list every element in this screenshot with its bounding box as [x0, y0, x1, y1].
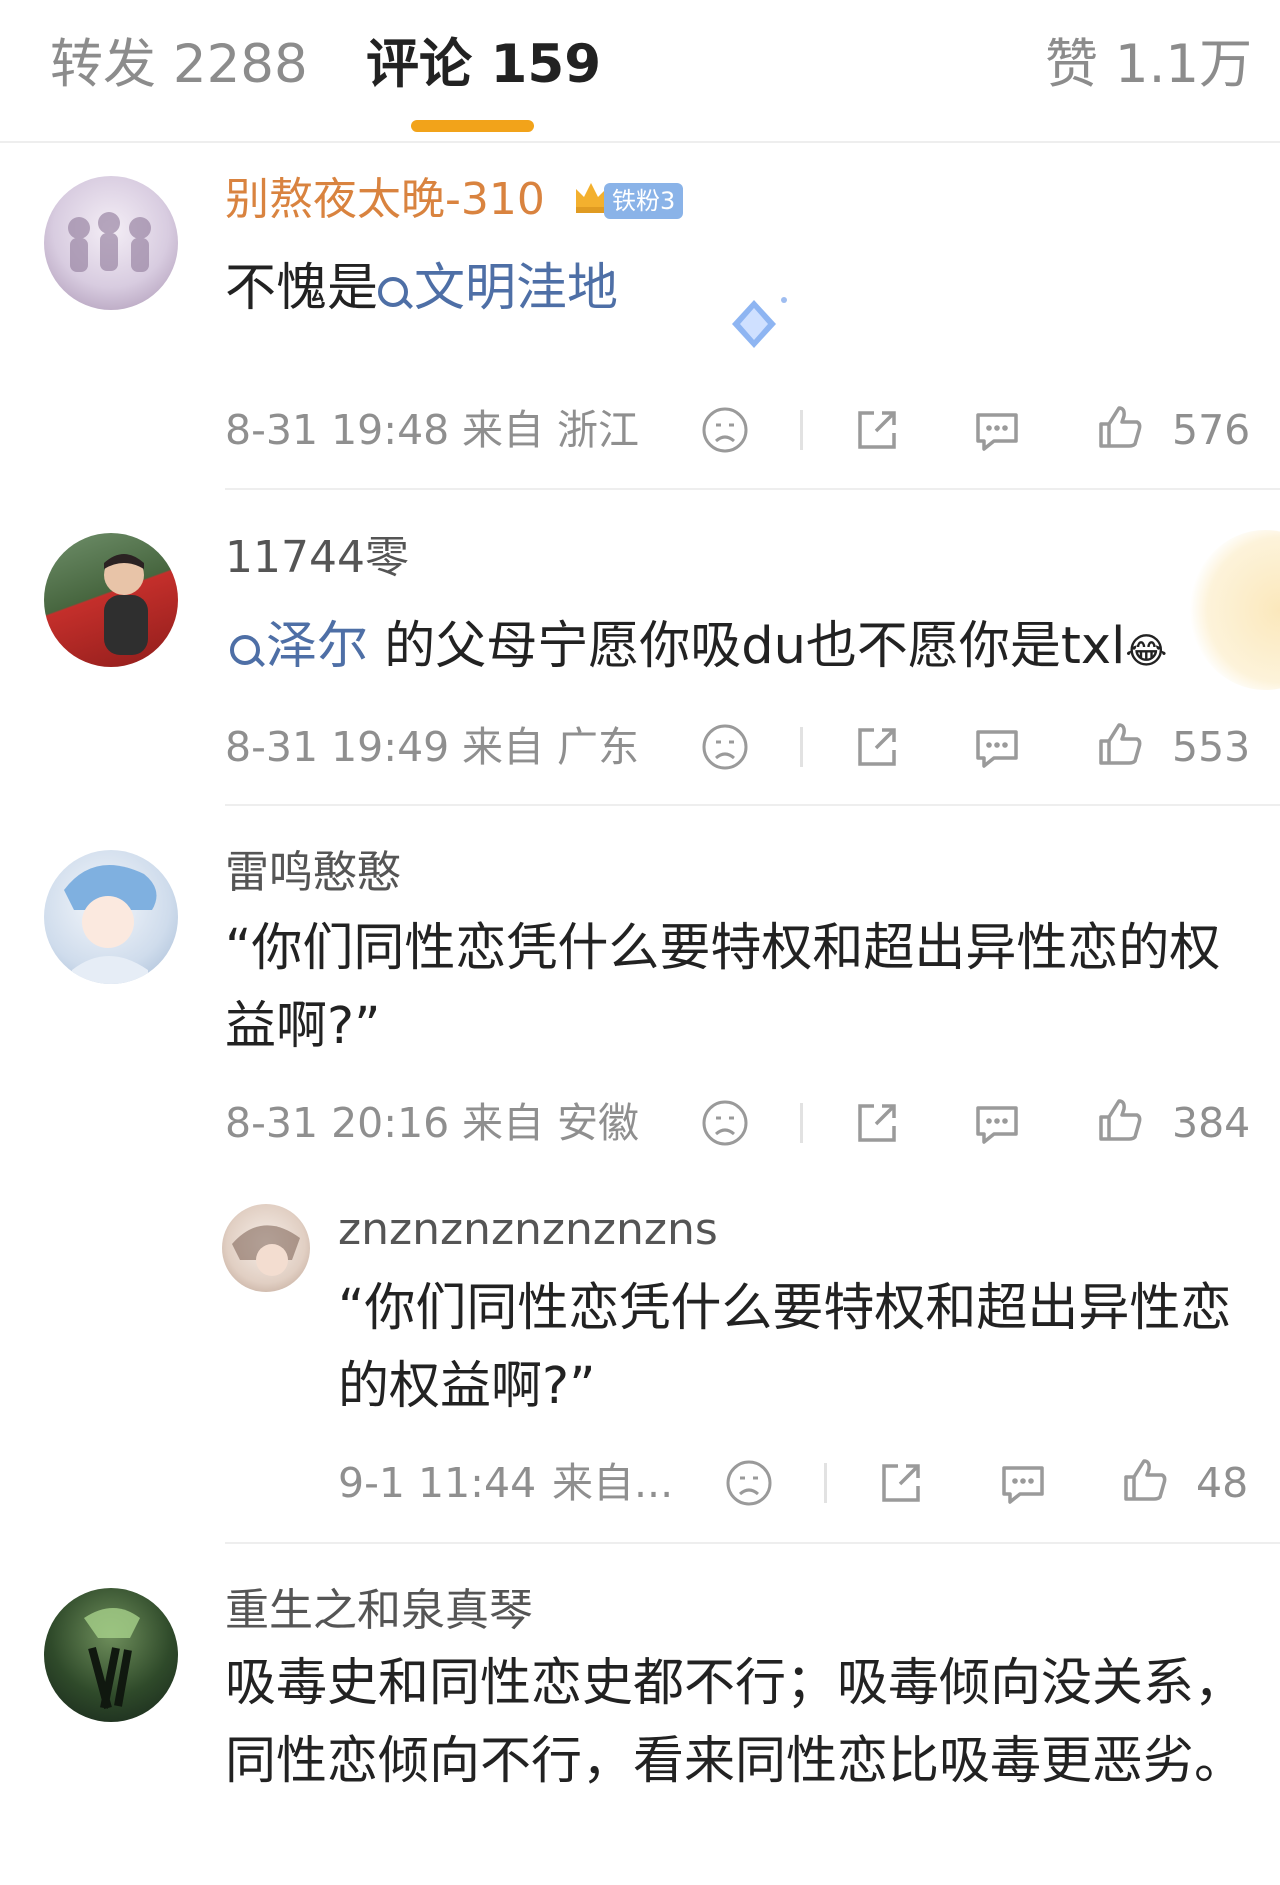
comment-time: 8-31 20:16: [225, 1099, 450, 1147]
active-tab-indicator: [411, 120, 534, 132]
comment-time: 9-1 11:44: [338, 1459, 537, 1507]
comment-divider: [225, 488, 1280, 490]
avatar[interactable]: [44, 1588, 178, 1722]
comment-text-prefix: 不愧是: [225, 259, 379, 318]
tab-comments[interactable]: 评论 159: [366, 30, 601, 100]
fan-badge: 铁粉3: [604, 183, 684, 219]
search-icon: [378, 277, 409, 307]
topic-link[interactable]: 泽尔: [230, 617, 368, 676]
reply-icon[interactable]: [972, 722, 1022, 772]
comment-text: “你们同性恋凭什么要特权和超出异性恋的权益啊?”: [225, 919, 1221, 1056]
share-icon[interactable]: [852, 405, 902, 455]
like-count: 384: [1172, 1099, 1251, 1147]
diamond-sticker-icon: [732, 297, 787, 348]
comment-time: 8-31 19:49: [225, 723, 450, 771]
comment-divider: [225, 1542, 1280, 1544]
like-count: 48: [1196, 1459, 1249, 1507]
like-icon[interactable]: [1095, 1095, 1145, 1145]
dislike-face-icon[interactable]: [700, 1098, 750, 1148]
like-icon[interactable]: [1095, 402, 1145, 452]
comment-location: 来自 广东: [462, 723, 640, 771]
avatar-image: [104, 554, 148, 655]
comment-text: 不愧是 文明洼地: [225, 250, 945, 328]
avatar[interactable]: [44, 850, 178, 984]
like-count: 553: [1172, 723, 1251, 771]
username[interactable]: znznznznznznzns: [338, 1202, 718, 1258]
avatar[interactable]: [44, 533, 178, 667]
action-separator: [800, 727, 803, 767]
comment-divider: [225, 804, 1280, 806]
dislike-face-icon[interactable]: [700, 405, 750, 455]
avatar[interactable]: [44, 176, 178, 310]
tab-repost[interactable]: 转发 2288: [50, 30, 308, 100]
dislike-face-icon[interactable]: [724, 1458, 774, 1508]
like-icon[interactable]: [1095, 719, 1145, 769]
laugh-emoji-icon: 😂: [1125, 631, 1168, 672]
reply-icon[interactable]: [972, 405, 1022, 455]
avatar-image: [68, 212, 151, 272]
comment-text: 泽尔 的父母宁愿你吸du也不愿你是txl😂: [230, 608, 1270, 691]
share-icon[interactable]: [852, 722, 902, 772]
avatar-image: [64, 865, 157, 984]
tabs-divider: [0, 141, 1280, 143]
username[interactable]: 11744零: [225, 530, 409, 586]
action-separator: [800, 410, 803, 450]
comment-location: 来自...: [552, 1459, 674, 1507]
avatar-image: [84, 1608, 140, 1710]
username[interactable]: 别熬夜太晚-310: [225, 172, 545, 228]
comment-time: 8-31 19:48: [225, 406, 450, 454]
username[interactable]: 重生之和泉真琴: [225, 1583, 533, 1639]
dislike-face-icon[interactable]: [700, 722, 750, 772]
reply-icon[interactable]: [972, 1098, 1022, 1148]
action-separator: [800, 1103, 803, 1143]
comment-location: 来自 安徽: [462, 1099, 640, 1147]
reply-icon[interactable]: [998, 1458, 1048, 1508]
action-separator: [824, 1463, 827, 1503]
avatar[interactable]: [222, 1204, 310, 1292]
comment-location: 来自 浙江: [462, 406, 640, 454]
like-count: 576: [1172, 406, 1251, 454]
share-icon[interactable]: [876, 1458, 926, 1508]
tab-likes[interactable]: 赞 1.1万: [1045, 30, 1252, 100]
avatar-image: [232, 1225, 300, 1276]
like-icon[interactable]: [1120, 1455, 1170, 1505]
search-icon: [230, 635, 260, 665]
comment-text: “你们同性恋凭什么要特权和超出异性恋的权益啊?”: [338, 1279, 1232, 1416]
share-icon[interactable]: [852, 1098, 902, 1148]
username[interactable]: 雷鸣憨憨: [225, 845, 401, 901]
comment-tabs: 转发 2288 评论 159 赞 1.1万: [0, 0, 1280, 142]
topic-link[interactable]: 文明洼地: [378, 259, 618, 318]
comment-text: 吸毒史和同性恋史都不行；吸毒倾向没关系，同性恋倾向不行，看来同性恋比吸毒更恶劣。: [225, 1654, 1246, 1791]
